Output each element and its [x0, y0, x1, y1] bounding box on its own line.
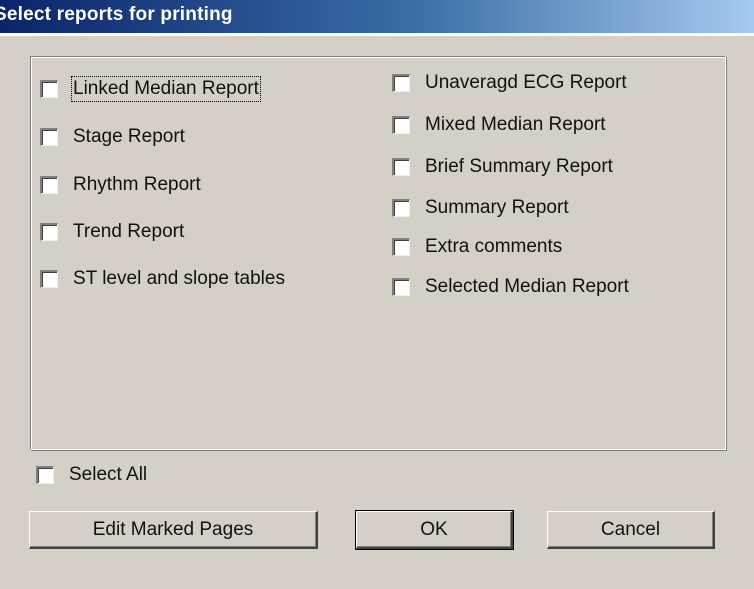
checkbox-brief-summary-report[interactable]: Brief Summary Report — [392, 156, 613, 178]
checkbox-select-all[interactable]: Select All — [36, 464, 147, 486]
checkbox-st-level-slope-tables[interactable]: ST level and slope tables — [40, 268, 285, 290]
title-bar[interactable]: Select reports for printing — [0, 0, 754, 36]
checkbox-box[interactable] — [392, 116, 410, 134]
checkbox-extra-comments[interactable]: Extra comments — [392, 236, 562, 258]
checkbox-label: Mixed Median Report — [425, 114, 606, 135]
checkbox-label: Brief Summary Report — [425, 156, 613, 177]
checkbox-label: Linked Median Report — [71, 76, 261, 102]
checkbox-label: Rhythm Report — [73, 174, 201, 195]
checkbox-box[interactable] — [392, 74, 410, 92]
checkbox-linked-median-report[interactable]: Linked Median Report — [40, 76, 261, 102]
checkbox-box[interactable] — [392, 199, 410, 217]
checkbox-label: Summary Report — [425, 197, 569, 218]
checkbox-box[interactable] — [40, 128, 58, 146]
checkbox-selected-median-report[interactable]: Selected Median Report — [392, 276, 629, 298]
checkbox-mixed-median-report[interactable]: Mixed Median Report — [392, 114, 606, 136]
checkbox-trend-report[interactable]: Trend Report — [40, 221, 184, 243]
checkbox-label: Extra comments — [425, 236, 563, 257]
checkbox-rhythm-report[interactable]: Rhythm Report — [40, 174, 201, 196]
checkbox-summary-report[interactable]: Summary Report — [392, 197, 569, 219]
checkbox-stage-report[interactable]: Stage Report — [40, 126, 185, 148]
select-reports-dialog: Select reports for printing Linked Media… — [0, 0, 754, 589]
cancel-button[interactable]: Cancel — [547, 511, 715, 549]
checkbox-box[interactable] — [392, 238, 410, 256]
checkbox-box[interactable] — [40, 176, 58, 194]
checkbox-label: ST level and slope tables — [73, 268, 285, 289]
checkbox-box[interactable] — [36, 466, 54, 484]
ok-button[interactable]: OK — [355, 510, 514, 550]
checkbox-box[interactable] — [40, 223, 58, 241]
checkbox-label: Trend Report — [73, 221, 185, 242]
checkbox-label: Select All — [69, 464, 148, 485]
checkbox-box[interactable] — [392, 158, 410, 176]
checkbox-box[interactable] — [392, 278, 410, 296]
checkbox-box[interactable] — [40, 270, 58, 288]
checkbox-box[interactable] — [40, 80, 58, 98]
checkbox-label: Stage Report — [73, 126, 185, 147]
checkbox-unaveragd-ecg-report[interactable]: Unaveragd ECG Report — [392, 72, 627, 94]
reports-group-box — [30, 56, 726, 450]
edit-marked-pages-button[interactable]: Edit Marked Pages — [29, 511, 318, 549]
checkbox-label: Selected Median Report — [425, 276, 629, 297]
checkbox-label: Unaveragd ECG Report — [425, 72, 627, 93]
dialog-title: Select reports for printing — [0, 4, 233, 25]
